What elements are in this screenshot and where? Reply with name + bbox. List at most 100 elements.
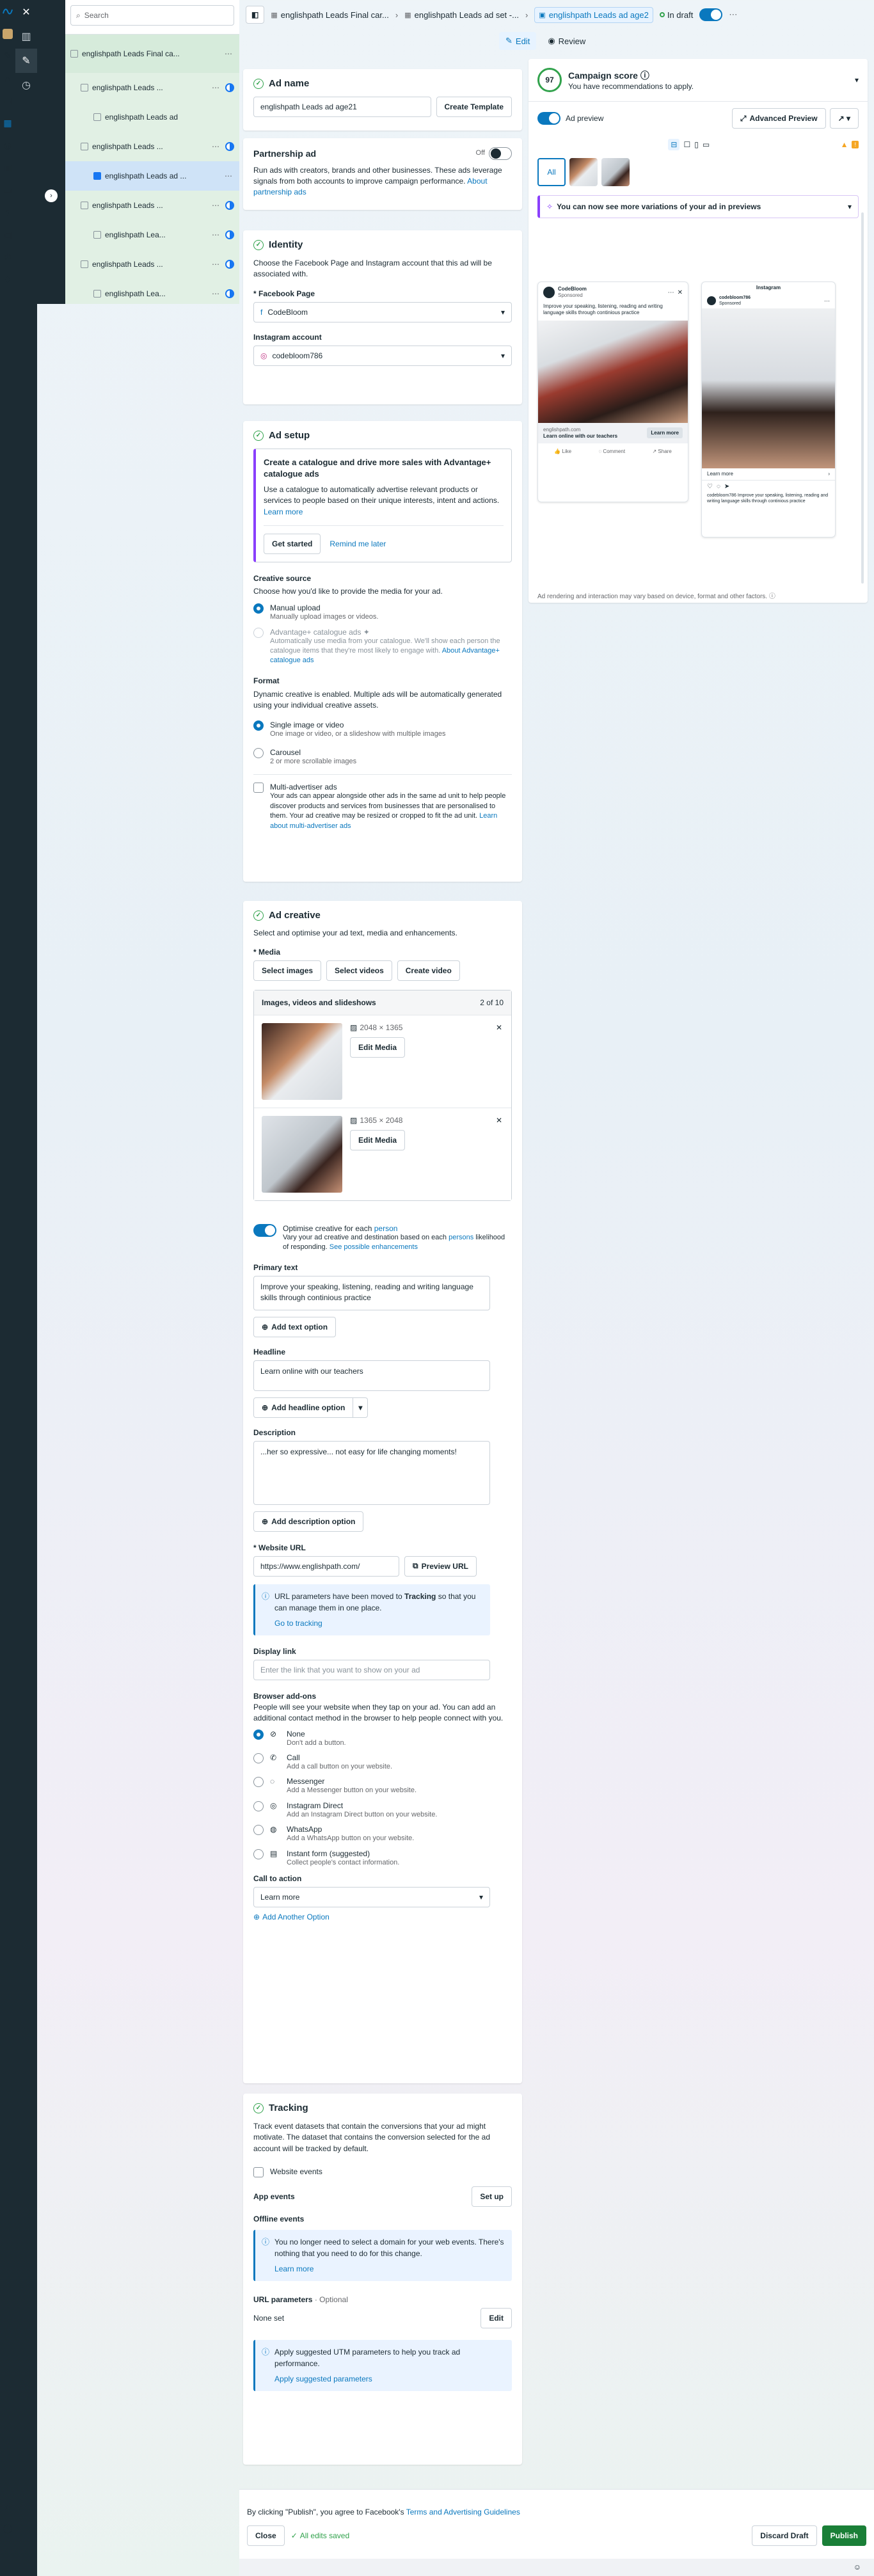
instagram-select[interactable]: ◎ codebloom786 ▾ [253, 345, 512, 366]
more-icon[interactable]: ⋯ [210, 230, 221, 239]
close-button[interactable]: Close [247, 2525, 285, 2546]
ad-name-input[interactable]: englishpath Leads ad age21 [253, 97, 431, 117]
table-icon[interactable]: ▦ [0, 112, 15, 134]
preview-scrollbar[interactable] [861, 212, 864, 584]
more-icon[interactable]: ⋯ [210, 201, 221, 210]
more-menu-icon[interactable]: ⋯ [729, 10, 737, 20]
remind-later-link[interactable]: Remind me later [330, 539, 386, 548]
manual-upload-option[interactable]: Manual upload Manually upload images or v… [253, 603, 512, 622]
media-thumbnail[interactable] [262, 1023, 342, 1100]
carousel-option[interactable]: Carousel 2 or more scrollable images [253, 748, 512, 767]
tab-review[interactable]: ◉ Review [541, 32, 592, 50]
preview-url-button[interactable]: ⧉ Preview URL [404, 1555, 477, 1577]
radio-selected[interactable] [253, 603, 264, 614]
more-icon[interactable]: ⋯ [210, 142, 221, 151]
checkbox[interactable] [253, 783, 264, 793]
facebook-feed-preview[interactable]: CodeBloom Sponsored ⋯ ✕ Improve your speak… [537, 282, 688, 502]
single-image-option[interactable]: Single image or video One image or video,… [253, 720, 512, 739]
remove-icon[interactable]: ✕ [496, 1116, 502, 1125]
checkbox[interactable] [253, 2167, 264, 2178]
account-avatar[interactable] [0, 22, 15, 45]
more-icon[interactable]: ⋯ [210, 260, 221, 269]
tree-item-campaign[interactable]: englishpath Leads Final ca... ⋯ [65, 35, 239, 73]
audience-icon[interactable]: ◎ [0, 134, 15, 157]
more-icon[interactable]: ⋯ [223, 171, 234, 180]
promo-learn-more[interactable]: Learn more [264, 507, 303, 516]
multi-advertiser-option[interactable]: Multi-advertiser ads Your ads can appear … [253, 783, 512, 831]
tree-item-adset[interactable]: englishpath Leads ... ⋯ [65, 132, 239, 161]
create-template-button[interactable]: Create Template [436, 97, 512, 117]
tree-item-ad[interactable]: englishpath Lea... ⋯ [65, 279, 239, 308]
create-icon[interactable]: ✎ [0, 45, 15, 67]
website-url-input[interactable]: https://www.englishpath.com/ [253, 1555, 399, 1577]
addon-none-option[interactable]: ⊘ None Don't add a button. [253, 1729, 512, 1748]
advantage-catalogue-option[interactable]: Advantage+ catalogue ads ✦ Automatically … [253, 627, 512, 666]
enhancements-link[interactable]: See possible enhancements [330, 1243, 418, 1251]
close-icon[interactable]: ✕ [15, 0, 37, 24]
edit-url-params-button[interactable]: Edit [481, 2308, 512, 2329]
learn-more-link[interactable]: Learn more [274, 2263, 505, 2275]
select-images-button[interactable]: Select images [253, 960, 322, 981]
settings-icon[interactable]: ⚙ [0, 246, 15, 269]
document-icon[interactable]: ▤ [0, 90, 15, 112]
more-icon[interactable]: ⋯ [210, 289, 221, 298]
dashboard-icon[interactable]: ⌂ [0, 67, 15, 90]
go-to-tracking-link[interactable]: Go to tracking [274, 1618, 484, 1629]
cta-select[interactable]: Learn more ▾ [253, 1886, 490, 1907]
feedback-icon[interactable]: ☺ [854, 2563, 861, 2572]
select-videos-button[interactable]: Select videos [326, 960, 392, 981]
breadcrumb-campaign[interactable]: ▦ englishpath Leads Final car... [271, 10, 389, 20]
setup-button[interactable]: Set up [472, 2186, 512, 2207]
info-icon[interactable]: ⓘ [0, 2518, 15, 2540]
edit-media-button[interactable]: Edit Media [350, 1037, 406, 1058]
tree-item-adset[interactable]: englishpath Leads ... ⋯ [65, 73, 239, 102]
primary-text-input[interactable]: Improve your speaking, listening, readin… [253, 1275, 490, 1310]
remove-icon[interactable]: ✕ [496, 1023, 502, 1032]
advanced-preview-button[interactable]: ⤢ Advanced Preview [731, 108, 826, 129]
variant-thumbnail[interactable] [569, 158, 598, 186]
add-text-option-button[interactable]: ⊕ Add text option [253, 1316, 337, 1337]
display-link-input[interactable]: Enter the link that you want to show on … [253, 1659, 490, 1680]
tree-item-ad[interactable]: englishpath Lea... ⋯ [65, 220, 239, 250]
radio-selected[interactable] [253, 1729, 264, 1740]
bell-icon[interactable]: ♢ [0, 269, 15, 291]
breadcrumb-adset[interactable]: ▦ englishpath Leads ad set -... [404, 10, 519, 20]
radio[interactable] [253, 1777, 264, 1788]
history-icon[interactable]: ◷ [15, 73, 37, 97]
variant-thumbnail[interactable] [601, 158, 630, 186]
terms-link[interactable]: Terms and Advertising Guidelines [406, 2508, 520, 2516]
add-another-option-link[interactable]: ⊕ Add Another Option [253, 1912, 512, 1921]
share-preview-button[interactable]: ↗ ▾ [829, 108, 859, 129]
create-video-button[interactable]: Create video [397, 960, 460, 981]
chevron-down-icon[interactable]: ▾ [855, 76, 859, 84]
instagram-feed-preview[interactable]: Instagram codebloom786 Sponsored ⋯ Learn m… [701, 282, 836, 537]
partnership-toggle[interactable] [489, 147, 512, 160]
more-icon[interactable]: ⋯ [223, 49, 234, 58]
addon-call-option[interactable]: ✆ Call Add a call button on your website. [253, 1753, 512, 1772]
variations-banner[interactable]: ✧ You can now see more variations of your… [537, 195, 859, 218]
search-icon[interactable]: ⌕ [0, 2495, 15, 2518]
help-icon[interactable]: ? [0, 202, 15, 224]
edit-media-button[interactable]: Edit Media [350, 1130, 406, 1150]
radio[interactable] [253, 1801, 264, 1811]
discard-draft-button[interactable]: Discard Draft [752, 2525, 817, 2546]
panel-toggle-icon[interactable]: ◧ [246, 6, 265, 24]
facebook-page-select[interactable]: f CodeBloom ▾ [253, 301, 512, 322]
radio[interactable] [253, 1825, 264, 1836]
media-thumbnail[interactable] [262, 1116, 342, 1193]
description-input[interactable]: ...her so expressive... not easy for lif… [253, 1440, 490, 1505]
ad-toggle[interactable] [699, 8, 723, 21]
chart-icon[interactable]: ▥ [15, 24, 37, 49]
radio-selected[interactable] [253, 720, 264, 731]
search-input[interactable]: ⌕ Search [70, 5, 234, 26]
radio[interactable] [253, 748, 264, 758]
tab-edit[interactable]: ✎ Edit [499, 32, 537, 50]
optimise-toggle[interactable] [253, 1224, 276, 1237]
addon-whatsapp-option[interactable]: ◍ WhatsApp Add a WhatsApp button on your w… [253, 1825, 512, 1843]
radio[interactable] [253, 1753, 264, 1763]
placement-selector-icon[interactable]: ⊟ [668, 139, 680, 150]
get-started-button[interactable]: Get started [264, 534, 321, 555]
grid-icon[interactable]: ▥ [0, 157, 15, 179]
filter-all-tab[interactable]: All [537, 158, 566, 186]
addon-instagram-option[interactable]: ◎ Instagram Direct Add an Instagram Direct… [253, 1801, 512, 1820]
